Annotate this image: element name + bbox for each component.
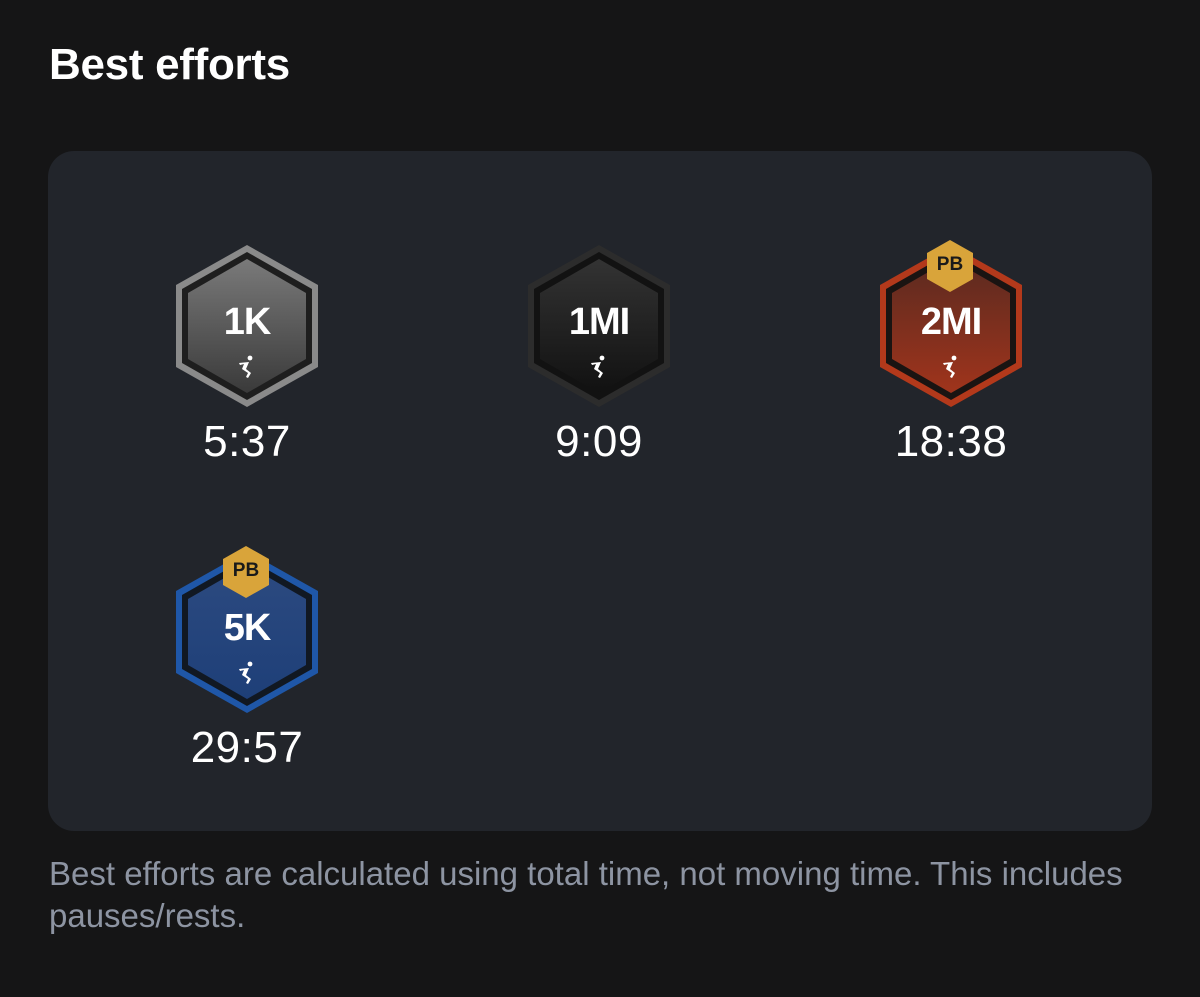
pb-label: PB (232, 560, 260, 581)
best-efforts-card: 1K 5:37 1MI 9:09 2MI PB 18:38 5K PB 29:5… (48, 151, 1152, 831)
badge-5k: 5K PB (172, 546, 322, 715)
runner-icon (239, 661, 253, 684)
runner-icon (943, 355, 957, 378)
runner-icon (591, 355, 605, 378)
badge-2mi: 2MI PB (876, 240, 1026, 409)
badge-label: 5K (223, 607, 272, 649)
effort-time: 5:37 (203, 417, 291, 466)
badge-1mi: 1MI (524, 243, 674, 409)
best-efforts-footnote: Best efforts are calculated using total … (49, 855, 1123, 934)
badge-label: 1K (223, 301, 272, 343)
runner-icon (239, 355, 253, 378)
effort-1mi[interactable]: 1MI 9:09 (449, 243, 749, 467)
best-efforts-screen: Best efforts 1K 5:37 1MI 9:09 2MI PB 18:… (0, 0, 1200, 997)
section-title: Best efforts (49, 40, 290, 89)
pb-badge: PB (926, 239, 974, 293)
effort-2mi[interactable]: 2MI PB 18:38 (801, 240, 1101, 467)
badge-1k: 1K (172, 243, 322, 409)
effort-time: 9:09 (555, 417, 643, 466)
effort-time: 29:57 (190, 723, 304, 772)
pb-badge: PB (222, 545, 270, 599)
effort-time: 18:38 (894, 417, 1008, 466)
pb-label: PB (936, 254, 964, 275)
effort-5k[interactable]: 5K PB 29:57 (97, 546, 397, 773)
badge-label: 1MI (568, 301, 630, 343)
effort-1k[interactable]: 1K 5:37 (97, 243, 397, 467)
badge-label: 2MI (920, 301, 982, 343)
